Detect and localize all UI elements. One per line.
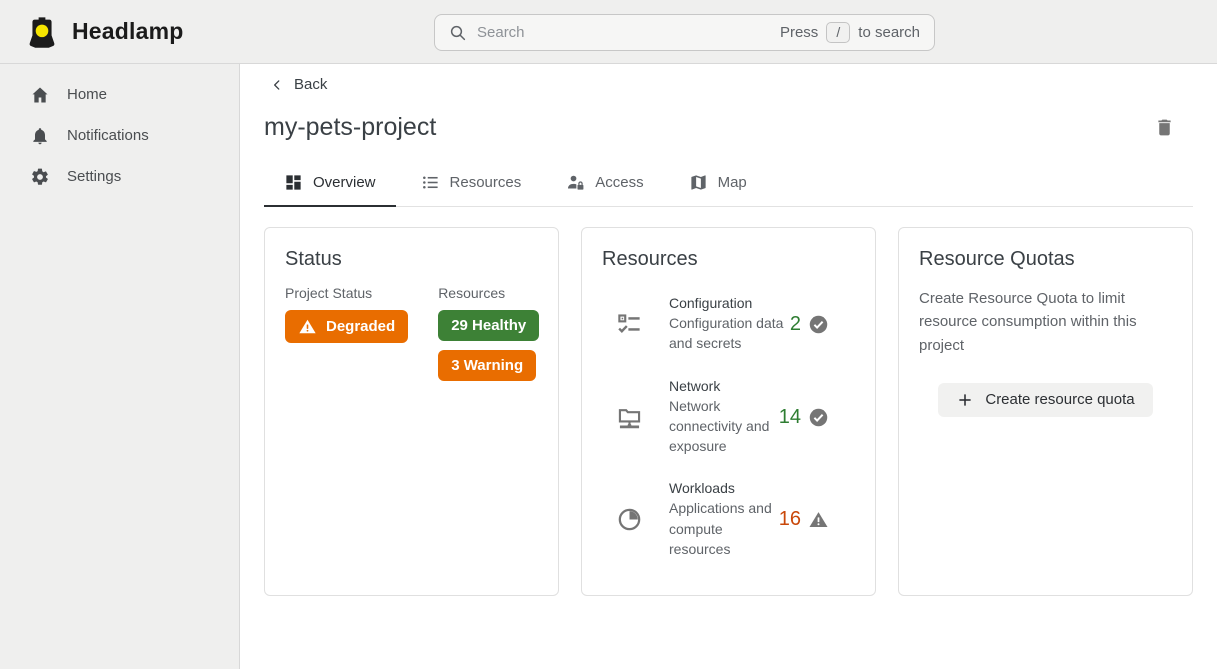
sidebar: Home Notifications Settings bbox=[0, 64, 240, 669]
sidebar-item-settings[interactable]: Settings bbox=[0, 156, 239, 197]
resource-description: Network connectivity and exposure bbox=[669, 396, 779, 457]
gear-icon bbox=[30, 167, 50, 187]
resource-count-value: 2 bbox=[790, 313, 801, 336]
search-bar[interactable]: Press / to search bbox=[434, 14, 935, 51]
list-icon bbox=[421, 173, 440, 192]
tab-map[interactable]: Map bbox=[669, 164, 767, 207]
tab-label: Access bbox=[595, 174, 643, 191]
trash-icon bbox=[1154, 117, 1175, 138]
network-icon bbox=[616, 404, 643, 431]
resource-row-workloads[interactable]: Workloads Applications and compute resou… bbox=[602, 480, 855, 559]
checklist-icon bbox=[616, 311, 643, 338]
healthy-badge-label: 29 Healthy bbox=[451, 317, 526, 334]
person-lock-icon bbox=[566, 173, 585, 192]
status-badge-degraded: Degraded bbox=[285, 310, 408, 343]
healthy-count-badge: 29 Healthy bbox=[438, 310, 539, 341]
plus-icon bbox=[956, 391, 974, 409]
map-icon bbox=[689, 173, 708, 192]
project-status-label: Project Status bbox=[285, 285, 408, 301]
home-icon bbox=[30, 85, 50, 105]
warning-badge-label: 3 Warning bbox=[451, 357, 523, 374]
page-title: my-pets-project bbox=[264, 113, 436, 142]
status-card: Status Project Status Degraded bbox=[264, 227, 559, 596]
resource-count-value: 16 bbox=[779, 508, 801, 531]
app-window: Headlamp Press / to search Home bbox=[0, 0, 1217, 669]
resource-quotas-description: Create Resource Quota to limit resource … bbox=[919, 287, 1172, 357]
title-row: my-pets-project bbox=[264, 113, 1193, 142]
resource-row-configuration[interactable]: Configuration Configuration data and sec… bbox=[602, 295, 855, 354]
back-link[interactable]: Back bbox=[270, 76, 327, 93]
search-hint-suffix: to search bbox=[858, 24, 920, 41]
chevron-left-icon bbox=[270, 78, 284, 92]
resource-quotas-card: Resource Quotas Create Resource Quota to… bbox=[898, 227, 1193, 596]
resource-count: 2 bbox=[790, 313, 855, 336]
resource-count-value: 14 bbox=[779, 406, 801, 429]
resources-status-column: Resources 29 Healthy 3 Warning bbox=[438, 285, 539, 381]
search-hint: Press / to search bbox=[780, 22, 920, 43]
create-resource-quota-button[interactable]: Create resource quota bbox=[938, 383, 1152, 417]
tab-label: Overview bbox=[313, 174, 376, 191]
slash-keycap: / bbox=[826, 22, 850, 43]
warning-count-badge: 3 Warning bbox=[438, 350, 536, 381]
resource-name: Workloads bbox=[669, 480, 779, 496]
sidebar-item-home[interactable]: Home bbox=[0, 74, 239, 115]
create-resource-quota-label: Create resource quota bbox=[985, 391, 1134, 408]
resource-description: Applications and compute resources bbox=[669, 498, 779, 559]
tab-access[interactable]: Access bbox=[546, 164, 663, 207]
resource-name: Network bbox=[669, 378, 779, 394]
tab-overview[interactable]: Overview bbox=[264, 164, 396, 207]
sidebar-item-notifications[interactable]: Notifications bbox=[0, 115, 239, 156]
resource-row-network[interactable]: Network Network connectivity and exposur… bbox=[602, 378, 855, 457]
resource-description: Configuration data and secrets bbox=[669, 313, 787, 354]
headlamp-brand[interactable]: Headlamp bbox=[0, 14, 184, 50]
check-circle-icon bbox=[808, 407, 829, 428]
warning-triangle-icon bbox=[298, 317, 317, 336]
resources-status-label: Resources bbox=[438, 285, 539, 301]
topbar: Headlamp Press / to search bbox=[0, 0, 1217, 64]
tab-resources[interactable]: Resources bbox=[401, 164, 542, 207]
sidebar-item-label: Settings bbox=[67, 168, 121, 185]
search-input[interactable] bbox=[477, 24, 770, 41]
resource-count: 14 bbox=[779, 406, 855, 429]
headlamp-logo-icon bbox=[24, 14, 60, 50]
project-status-column: Project Status Degraded bbox=[285, 285, 408, 381]
status-badge-label: Degraded bbox=[326, 318, 395, 335]
brand-name: Headlamp bbox=[72, 18, 184, 45]
dashboard-icon bbox=[284, 173, 303, 192]
resource-count: 16 bbox=[779, 508, 855, 531]
resources-card: Resources Configuration Configur bbox=[581, 227, 876, 596]
resource-name: Configuration bbox=[669, 295, 787, 311]
card-row: Status Project Status Degraded bbox=[264, 227, 1193, 596]
main-content: Back my-pets-project Overview bbox=[240, 64, 1217, 669]
tab-bar: Overview Resources Access bbox=[264, 164, 1193, 207]
sidebar-item-label: Home bbox=[67, 86, 107, 103]
search-icon bbox=[449, 24, 467, 42]
resource-quotas-title: Resource Quotas bbox=[919, 248, 1172, 271]
pie-chart-icon bbox=[616, 506, 643, 533]
warning-triangle-icon bbox=[808, 509, 829, 530]
search-hint-prefix: Press bbox=[780, 24, 818, 41]
sidebar-item-label: Notifications bbox=[67, 127, 149, 144]
status-card-title: Status bbox=[285, 248, 538, 271]
delete-project-button[interactable] bbox=[1150, 113, 1179, 142]
resources-card-title: Resources bbox=[602, 248, 855, 271]
back-label: Back bbox=[294, 76, 327, 93]
tab-label: Map bbox=[718, 174, 747, 191]
bell-icon bbox=[30, 126, 50, 146]
tab-label: Resources bbox=[450, 174, 522, 191]
check-circle-icon bbox=[808, 314, 829, 335]
